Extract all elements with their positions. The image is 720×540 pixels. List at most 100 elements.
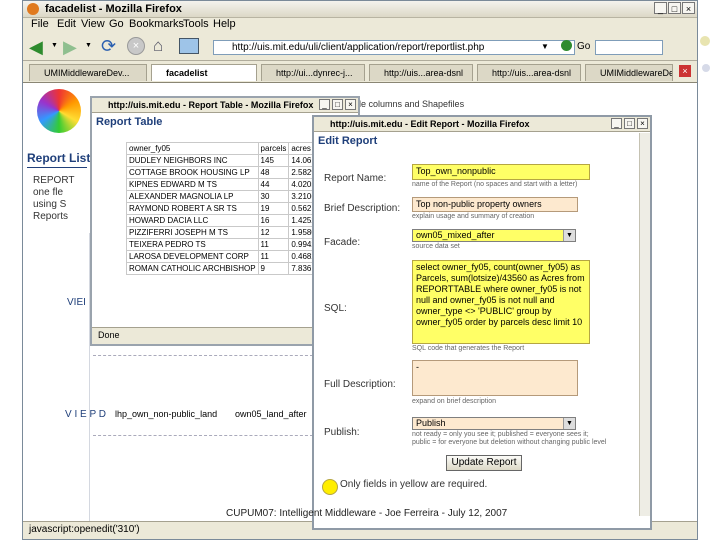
publish-label: Publish:: [324, 427, 360, 438]
slide-footer: CUPUM07: Intelligent Middleware - Joe Fe…: [226, 508, 508, 519]
table-cell: 30: [257, 190, 290, 203]
menu-view[interactable]: View: [81, 18, 105, 30]
menu-edit[interactable]: Edit: [57, 18, 76, 30]
dashed-divider-3: [93, 435, 313, 436]
navigation-toolbar: ◀ ▼ ▶ ▼ ⟳ × ⌂ http://uis.mit.edu/uli/cli…: [23, 32, 697, 61]
firefox-icon: [27, 3, 39, 15]
required-note-bullet: [322, 479, 338, 495]
tab-facadelist[interactable]: facadelist: [151, 64, 257, 81]
edit-report-close[interactable]: ×: [637, 118, 648, 129]
row-label-2[interactable]: V I E P D: [65, 409, 106, 420]
facade-dropdown-icon[interactable]: ▼: [563, 230, 575, 241]
back-dropdown-icon[interactable]: ▼: [51, 42, 58, 49]
edit-report-heading: Edit Report: [318, 135, 378, 147]
report-table-status: Done: [98, 330, 120, 340]
table-cell: PIZZIFERRI JOSEPH M TS: [126, 226, 259, 239]
sql-value: select owner_fy05, count(owner_fy05) as …: [416, 262, 585, 327]
brief-description-field[interactable]: Top non-public property owners: [412, 197, 578, 212]
report-table-maximize[interactable]: □: [332, 99, 343, 110]
table-cell: ROMAN CATHOLIC ARCHBISHOP: [126, 262, 259, 275]
table-cell: COTTAGE BROOK HOUSING LP: [126, 166, 259, 179]
go-icon[interactable]: [561, 40, 572, 51]
report-table-heading: Report Table: [96, 116, 163, 128]
minimize-button[interactable]: _: [654, 2, 667, 14]
back-arrow-icon[interactable]: ◀: [29, 37, 43, 58]
required-note: Only fields in yellow are required.: [340, 479, 488, 490]
tab-bar: UMIMiddlewareDev... facadelist http://ui…: [23, 61, 697, 83]
edit-report-minimize[interactable]: _: [611, 118, 622, 129]
tab-area-dsnl-1[interactable]: http://uis...area-dsnl: [369, 64, 473, 81]
go-button-label[interactable]: Go: [577, 41, 590, 52]
table-cell: 16: [257, 214, 290, 227]
table-cell: TEIXERA PEDRO TS: [126, 238, 259, 251]
sql-label: SQL:: [324, 303, 347, 314]
maximize-button[interactable]: □: [668, 2, 681, 14]
full-description-field[interactable]: -: [412, 360, 578, 396]
table-cell: LAROSA DEVELOPMENT CORP: [126, 250, 259, 263]
address-dropdown-icon[interactable]: ▼: [541, 42, 549, 51]
menu-bookmarks[interactable]: Bookmarks: [129, 18, 184, 30]
facade-hint: source data set: [412, 243, 460, 250]
publish-hint-2: public = for everyone but deletion witho…: [412, 439, 607, 446]
report-table-title: http://uis.mit.edu - Report Table - Mozi…: [108, 100, 314, 110]
table-cell: KIPNES EDWARD M TS: [126, 178, 259, 191]
menu-help[interactable]: Help: [213, 18, 236, 30]
report-name-field[interactable]: Top_own_nonpublic: [412, 164, 590, 180]
table-cell: 145: [257, 154, 290, 167]
publish-dropdown-icon[interactable]: ▼: [563, 418, 575, 429]
heading-rule: [27, 167, 87, 168]
report-table-minimize[interactable]: _: [319, 99, 330, 110]
intro-line-1: REPORT: [33, 175, 75, 186]
sql-field[interactable]: select owner_fy05, count(owner_fy05) as …: [412, 260, 590, 344]
edit-report-scrollbar[interactable]: [639, 133, 650, 516]
table-cell: HOWARD DACIA LLC: [126, 214, 259, 227]
tab-dynrec[interactable]: http://ui...dynrec-j...: [261, 64, 365, 81]
edit-report-title: http://uis.mit.edu - Edit Report - Mozil…: [330, 119, 530, 129]
slide-bullet-lower: [702, 64, 710, 72]
forward-arrow-icon[interactable]: ▶: [63, 37, 77, 58]
home-icon[interactable]: ⌂: [153, 36, 163, 56]
publish-select[interactable]: Publish ▼: [412, 417, 576, 430]
facade-select[interactable]: own05_mixed_after ▼: [412, 229, 576, 242]
close-tab-icon[interactable]: ×: [679, 65, 691, 77]
logo-cube: [37, 89, 81, 133]
row-label-1[interactable]: VIEI: [67, 297, 86, 308]
search-input[interactable]: [595, 40, 663, 55]
status-text: javascript:openedit('310'): [29, 524, 140, 535]
brief-description-value: Top non-public property owners: [416, 199, 542, 209]
full-description-label: Full Description:: [324, 379, 396, 390]
menu-file[interactable]: File: [31, 18, 49, 30]
full-description-value: -: [416, 362, 419, 372]
edit-report-window: http://uis.mit.edu - Edit Report - Mozil…: [312, 115, 652, 530]
table-cell: 11: [257, 238, 290, 251]
table-cell: 48: [257, 166, 290, 179]
close-button[interactable]: ×: [682, 2, 695, 14]
full-description-hint: expand on brief description: [412, 398, 497, 405]
intro-line-2: one fle: [33, 187, 64, 198]
edit-report-maximize[interactable]: □: [624, 118, 635, 129]
report-name-label: Report Name:: [324, 173, 387, 184]
menu-tools[interactable]: Tools: [183, 18, 209, 30]
menu-go[interactable]: Go: [109, 18, 124, 30]
report-table-close[interactable]: ×: [345, 99, 356, 110]
facade-value: own05_mixed_after: [416, 230, 495, 240]
facade-label: Facade:: [324, 237, 361, 248]
report-name-value: Top_own_nonpublic: [416, 166, 496, 176]
window-title: facadelist - Mozilla Firefox: [45, 3, 182, 15]
intro-line-3: using S: [33, 199, 67, 210]
intro-line-4: Reports: [33, 211, 69, 222]
tab-area-dsnl-2[interactable]: http://uis...area-dsnl: [477, 64, 581, 81]
column-header-parcels: parcels: [257, 142, 290, 155]
table-cell: ALEXANDER MAGNOLIA LP: [126, 190, 259, 203]
table-cell: 11: [257, 250, 290, 263]
stop-icon[interactable]: ×: [127, 37, 145, 55]
report-name-hint: name of the Report (no spaces and start …: [412, 181, 578, 188]
forward-dropdown-icon[interactable]: ▼: [85, 42, 92, 49]
address-bar[interactable]: http://uis.mit.edu/uli/client/applicatio…: [213, 40, 575, 55]
tab-umimiddleware-2[interactable]: UMIMiddlewareDev...: [585, 64, 673, 81]
table-cell: DUDLEY NEIGHBORS INC: [126, 154, 259, 167]
update-report-button[interactable]: Update Report: [446, 455, 522, 471]
reload-icon[interactable]: ⟳: [101, 36, 116, 57]
screen-icon[interactable]: [179, 38, 199, 54]
tab-umimiddleware-1[interactable]: UMIMiddlewareDev...: [29, 64, 147, 81]
